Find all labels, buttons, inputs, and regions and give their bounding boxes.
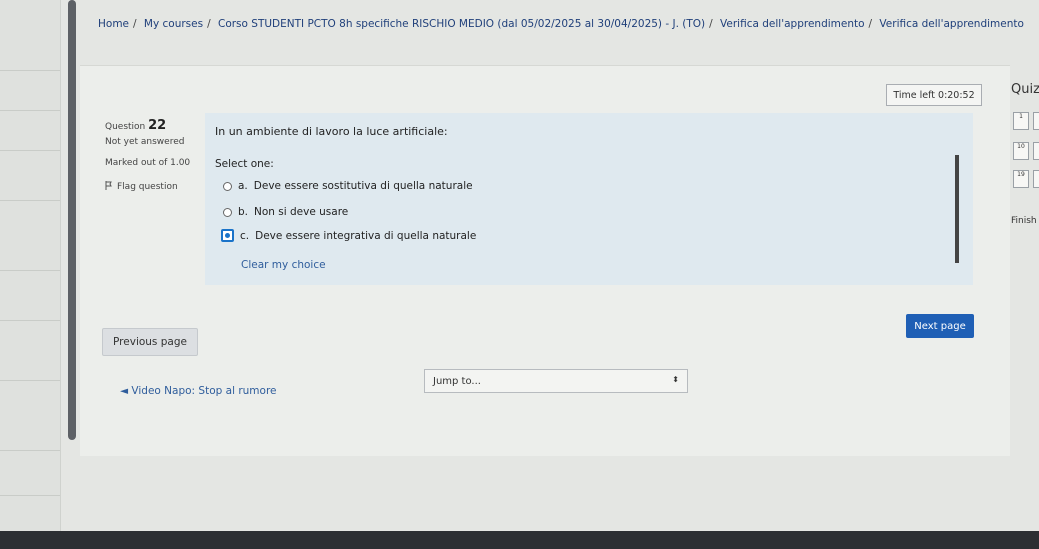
rail-divider	[0, 270, 60, 271]
quiz-navigation-title: Quiz	[1011, 82, 1039, 97]
question-info: Question 22 Not yet answered Marked out …	[105, 118, 205, 193]
flag-question-button[interactable]: Flag question	[105, 181, 205, 193]
quiz-timer: Time left 0:20:52	[886, 84, 982, 106]
rail-divider	[0, 200, 60, 201]
rail-divider	[0, 110, 60, 111]
question-marks: Marked out of 1.00	[105, 158, 191, 168]
answer-letter-b: b.	[238, 206, 249, 218]
jump-to-value: Jump to...	[433, 375, 481, 387]
rail-divider	[0, 150, 60, 151]
breadcrumb-home[interactable]: Home	[98, 18, 129, 30]
next-page-label: Next page	[914, 320, 966, 332]
rail-divider	[0, 70, 60, 71]
quiz-nav-number: 10	[1017, 143, 1025, 150]
jump-to-select[interactable]: Jump to... ⬍	[424, 369, 688, 393]
breadcrumb-separator: /	[133, 18, 137, 30]
answer-text-b: Non si deve usare	[254, 206, 349, 218]
left-rail	[0, 0, 61, 549]
breadcrumb-separator: /	[868, 18, 873, 30]
page-scrollbar[interactable]	[68, 0, 76, 440]
question-formulation: In un ambiente di lavoro la luce artific…	[205, 113, 973, 285]
answer-option-b[interactable]: b. Non si deve usare	[223, 206, 348, 218]
rail-divider	[0, 450, 60, 451]
timer-label: Time left 0:20:52	[893, 89, 975, 101]
quiz-nav-button[interactable]: 10	[1013, 142, 1029, 160]
flag-question-label: Flag question	[117, 182, 178, 192]
quiz-nav-number: 1	[1019, 113, 1023, 120]
question-text: In un ambiente di lavoro la luce artific…	[215, 125, 448, 138]
rail-divider	[0, 320, 60, 321]
question-number: Question 22	[105, 118, 205, 133]
breadcrumb-section[interactable]: Verifica dell'apprendimento	[720, 18, 865, 30]
select-one-label: Select one:	[215, 158, 274, 170]
previous-page-label: Previous page	[113, 336, 187, 348]
rail-divider	[0, 380, 60, 381]
breadcrumb-separator: /	[709, 18, 713, 30]
answer-letter-c: c.	[240, 229, 250, 242]
select-arrows-icon: ⬍	[672, 375, 679, 384]
answer-radio-b[interactable]	[223, 207, 232, 217]
quiz-nav-button[interactable]	[1033, 142, 1039, 160]
question-scrollbar[interactable]	[955, 155, 959, 263]
answer-radio-c[interactable]	[221, 229, 234, 242]
bottom-bar	[0, 531, 1039, 549]
clear-choice-link[interactable]: Clear my choice	[241, 259, 326, 271]
previous-page-button[interactable]: Previous page	[102, 328, 198, 356]
flag-icon	[105, 181, 113, 193]
breadcrumb-course[interactable]: Corso STUDENTI PCTO 8h specifiche RISCHI…	[218, 18, 705, 30]
answer-option-a[interactable]: a. Deve essere sostitutiva di quella nat…	[223, 180, 473, 192]
answer-text-c: Deve essere integrativa di quella natura…	[255, 229, 477, 242]
question-label: Question	[105, 122, 146, 132]
answer-text-a: Deve essere sostitutiva di quella natura…	[253, 180, 473, 192]
breadcrumb-quiz[interactable]: Verifica dell'apprendimento	[879, 18, 1024, 30]
answer-option-c[interactable]: c. Deve essere integrativa di quella nat…	[221, 229, 476, 242]
breadcrumb-separator: /	[207, 18, 211, 30]
quiz-nav-button[interactable]: 1	[1013, 112, 1029, 130]
answer-radio-a[interactable]	[223, 181, 232, 191]
question-number-value: 22	[148, 118, 167, 133]
next-page-button[interactable]: Next page	[906, 314, 974, 338]
finish-attempt-link[interactable]: Finish	[1011, 216, 1037, 226]
quiz-nav-number: 19	[1017, 171, 1025, 178]
previous-activity-link[interactable]: ◄ Video Napo: Stop al rumore	[120, 385, 277, 397]
quiz-nav-button[interactable]	[1033, 170, 1039, 188]
quiz-nav-button[interactable]: 19	[1013, 170, 1029, 188]
rail-divider	[0, 495, 60, 496]
breadcrumb-my-courses[interactable]: My courses	[144, 18, 203, 30]
question-state: Not yet answered	[105, 137, 185, 147]
breadcrumb: Home / My courses / Corso STUDENTI PCTO 8h…	[98, 18, 1024, 30]
answer-letter-a: a.	[238, 180, 248, 192]
quiz-nav-button[interactable]	[1033, 112, 1039, 130]
